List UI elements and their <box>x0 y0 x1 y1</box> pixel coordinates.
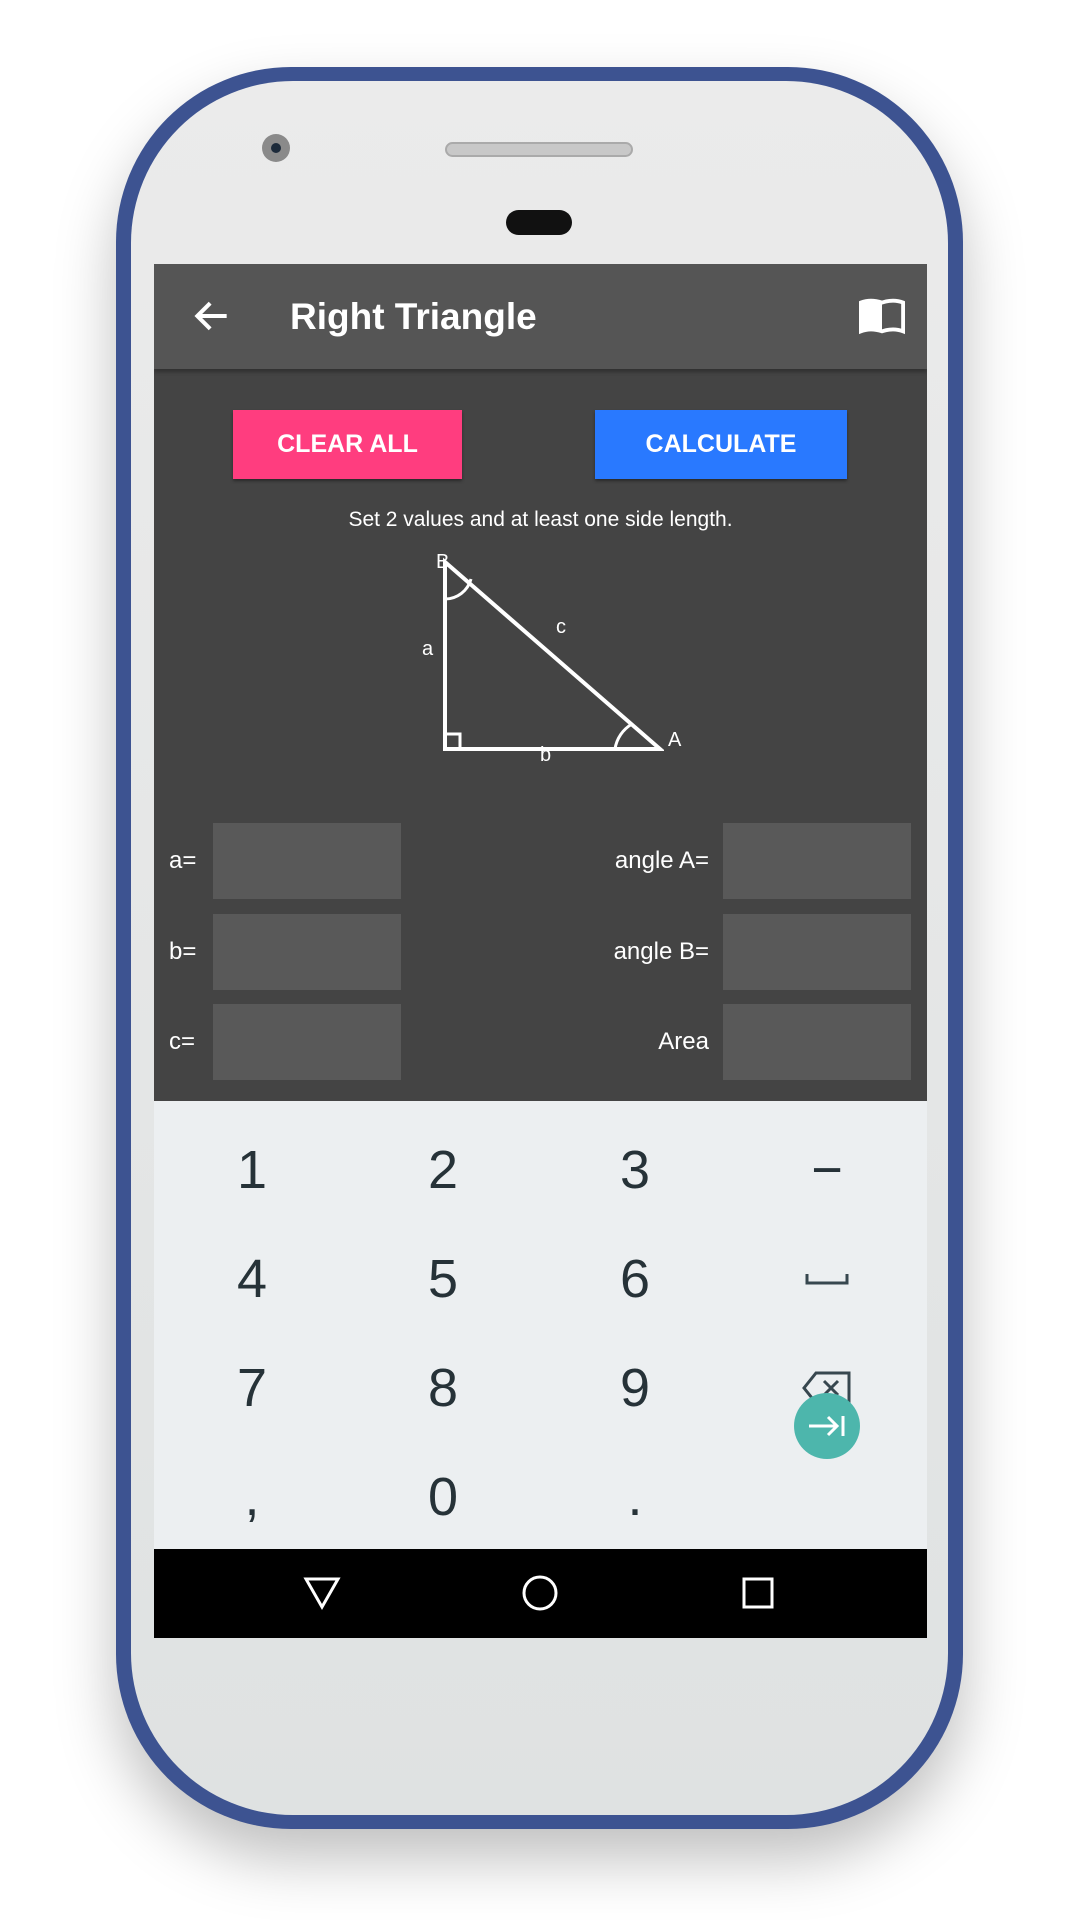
side-c-label: c= <box>169 1028 196 1055</box>
area-label: Area <box>658 1028 709 1055</box>
arrow-left-icon[interactable] <box>190 294 234 338</box>
side-a-label: a <box>422 638 434 660</box>
side-b-label: b= <box>169 938 197 965</box>
earpiece <box>506 210 572 235</box>
tab-next-icon <box>809 1415 845 1437</box>
book-open-icon[interactable] <box>859 296 905 336</box>
side-c-input[interactable] <box>213 1004 401 1080</box>
key-8[interactable]: 8 <box>363 1338 523 1438</box>
instruction-text: Set 2 values and at least one side lengt… <box>348 508 733 531</box>
back-triangle-icon[interactable] <box>302 1573 342 1613</box>
key-5[interactable]: 5 <box>363 1229 523 1329</box>
side-b-input[interactable] <box>213 914 401 990</box>
angle-b-label: angle B= <box>613 938 709 965</box>
vertex-b-label: B <box>436 551 450 573</box>
side-a-label: a= <box>169 847 197 874</box>
side-b-label: b <box>540 744 552 766</box>
key-comma[interactable]: , <box>172 1447 332 1547</box>
page-title: Right Triangle <box>290 296 537 337</box>
speaker-grille <box>445 142 633 157</box>
angle-a-label: angle A= <box>614 847 709 874</box>
key-7[interactable]: 7 <box>172 1338 332 1438</box>
key-9[interactable]: 9 <box>555 1338 715 1438</box>
calculate-button[interactable]: CALCULATE <box>595 410 847 479</box>
key-6[interactable]: 6 <box>555 1229 715 1329</box>
angle-b-input[interactable] <box>723 914 911 990</box>
app-bar: Right Triangle <box>154 264 927 369</box>
system-nav-bar <box>154 1549 927 1638</box>
triangle-diagram: B A a b c <box>404 551 681 766</box>
key-minus[interactable]: − <box>747 1120 907 1220</box>
key-0[interactable]: 0 <box>363 1447 523 1547</box>
area-input[interactable] <box>723 1004 911 1080</box>
front-camera <box>262 134 290 162</box>
side-c-label: c <box>556 616 566 638</box>
key-next[interactable] <box>794 1393 860 1459</box>
recents-square-icon[interactable] <box>738 1573 778 1613</box>
key-3[interactable]: 3 <box>555 1120 715 1220</box>
triangle-shape <box>443 557 664 751</box>
space-icon <box>805 1274 849 1285</box>
clear-all-button[interactable]: CLEAR ALL <box>233 410 462 479</box>
screen: Right Triangle CLEAR ALL CALCULATE Set 2… <box>154 264 927 1638</box>
key-period[interactable]: . <box>555 1447 715 1547</box>
key-space[interactable] <box>747 1229 907 1329</box>
key-2[interactable]: 2 <box>363 1120 523 1220</box>
side-a-input[interactable] <box>213 823 401 899</box>
key-1[interactable]: 1 <box>172 1120 332 1220</box>
key-4[interactable]: 4 <box>172 1229 332 1329</box>
home-circle-icon[interactable] <box>520 1573 560 1613</box>
angle-a-input[interactable] <box>723 823 911 899</box>
vertex-a-label: A <box>668 729 682 751</box>
numeric-keyboard: 1 2 3 − 4 5 6 7 8 9 , 0 . <box>154 1101 927 1549</box>
